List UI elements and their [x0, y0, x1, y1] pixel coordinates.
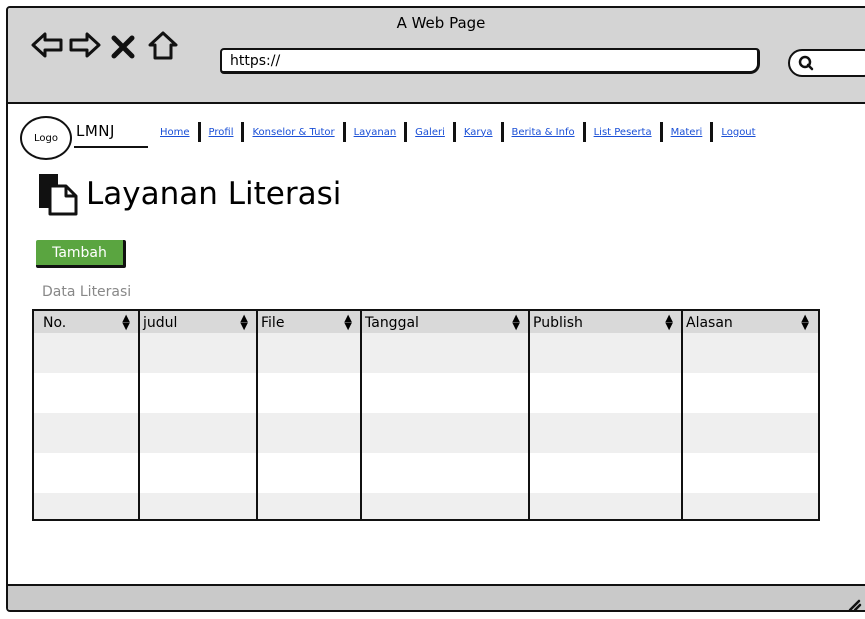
sort-icon[interactable]: ▲ ▼ [665, 314, 673, 332]
sort-icon[interactable]: ▲ ▼ [344, 314, 352, 332]
menu-separator [241, 122, 245, 142]
menu-separator [342, 122, 346, 142]
column-header-label: Publish [533, 315, 583, 331]
stop-x-icon[interactable] [110, 34, 136, 60]
home-icon[interactable] [146, 28, 180, 62]
menu-separator [500, 122, 504, 142]
brand-underline [74, 146, 148, 148]
menu-item-home[interactable]: Home [154, 127, 196, 138]
column-header-publish[interactable]: Publish ▲ ▼ [528, 313, 681, 333]
table-row[interactable] [34, 413, 818, 453]
browser-statusbar [8, 584, 865, 610]
menu-item-konselor-tutor[interactable]: Konselor & Tutor [246, 127, 340, 138]
section-label: Data Literasi [42, 284, 132, 300]
column-header-tanggal[interactable]: Tanggal ▲ ▼ [360, 313, 528, 333]
brand-name: LMNJ [76, 122, 115, 140]
table-row[interactable] [34, 333, 818, 373]
menu-item-layanan[interactable]: Layanan [348, 127, 403, 138]
browser-window: A Web Page https:// Logo LMNJ Home Profi… [6, 6, 865, 612]
browser-titlebar: A Web Page https:// [8, 8, 865, 104]
menu-separator [452, 122, 456, 142]
copy-files-icon [39, 174, 78, 216]
window-title: A Web Page [396, 14, 486, 32]
menu-item-karya[interactable]: Karya [458, 127, 499, 138]
column-divider [528, 311, 530, 519]
menu-item-galeri[interactable]: Galeri [409, 127, 451, 138]
column-header-no[interactable]: No. ▲ ▼ [38, 313, 138, 333]
menu-separator [404, 122, 408, 142]
page-heading: Layanan Literasi [36, 172, 341, 216]
column-header-label: judul [143, 315, 178, 331]
site-logo[interactable]: Logo [20, 116, 72, 160]
column-header-judul[interactable]: judul ▲ ▼ [138, 313, 256, 333]
menu-separator [710, 122, 714, 142]
sort-icon[interactable]: ▲ ▼ [240, 314, 248, 332]
column-divider [138, 311, 140, 519]
column-header-label: File [261, 315, 285, 331]
menu-separator [197, 122, 201, 142]
sort-icon[interactable]: ▲ ▼ [801, 314, 809, 332]
column-header-label: Tanggal [365, 315, 419, 331]
back-arrow-icon[interactable] [30, 28, 64, 62]
column-divider [256, 311, 258, 519]
column-header-alasan[interactable]: Alasan ▲ ▼ [681, 313, 817, 333]
menu-item-list-peserta[interactable]: List Peserta [588, 127, 658, 138]
table-row[interactable] [34, 493, 818, 519]
browser-search-field[interactable] [788, 49, 865, 77]
menu-separator [582, 122, 586, 142]
menu-item-logout[interactable]: Logout [715, 127, 761, 138]
sort-icon[interactable]: ▲ ▼ [122, 314, 130, 332]
column-divider [681, 311, 683, 519]
data-table: No. ▲ ▼ judul ▲ ▼ File ▲ ▼ Tanggal ▲ ▼ Publi… [32, 309, 820, 521]
column-header-file[interactable]: File ▲ ▼ [256, 313, 360, 333]
column-divider [360, 311, 362, 519]
main-menu: Home Profil Konselor & Tutor Layanan Gal… [154, 122, 762, 142]
menu-separator [659, 122, 663, 142]
sort-icon[interactable]: ▲ ▼ [512, 314, 520, 332]
menu-item-materi[interactable]: Materi [665, 127, 709, 138]
address-bar[interactable]: https:// [220, 48, 760, 74]
column-header-label: Alasan [686, 315, 733, 331]
menu-item-profil[interactable]: Profil [203, 127, 240, 138]
search-icon [798, 55, 814, 71]
column-header-label: No. [43, 315, 67, 331]
add-button[interactable]: Tambah [36, 240, 126, 268]
menu-item-berita-info[interactable]: Berita & Info [506, 127, 581, 138]
forward-arrow-icon[interactable] [68, 28, 102, 62]
resize-grip-icon[interactable] [846, 596, 862, 612]
page-title: Layanan Literasi [86, 176, 342, 212]
